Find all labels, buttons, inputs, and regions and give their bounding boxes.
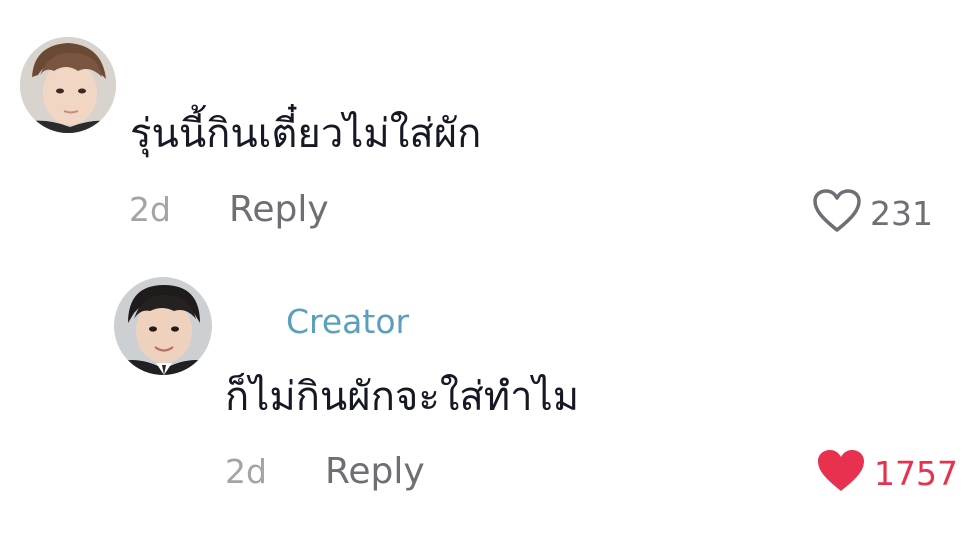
like-button[interactable]: 1757 — [816, 448, 958, 498]
avatar[interactable] — [114, 277, 212, 375]
reply-button[interactable]: Reply — [325, 454, 425, 490]
comment-text: ก็ไม่กินผักจะใส่ทำไม — [225, 374, 580, 420]
like-button[interactable]: 231 — [812, 188, 933, 238]
reply-button[interactable]: Reply — [229, 192, 329, 228]
comment-timestamp: 2d — [225, 452, 267, 491]
avatar[interactable] — [20, 37, 116, 133]
heart-filled-icon — [816, 448, 866, 498]
heart-outline-icon — [812, 188, 862, 238]
like-count: 1757 — [874, 453, 958, 493]
comment-text: รุ่นนี้กินเตี๋ยวไม่ใส่ผัก — [130, 111, 482, 157]
comment-timestamp: 2d — [129, 190, 171, 229]
creator-badge: Creator — [286, 302, 410, 341]
like-count: 231 — [870, 193, 933, 233]
